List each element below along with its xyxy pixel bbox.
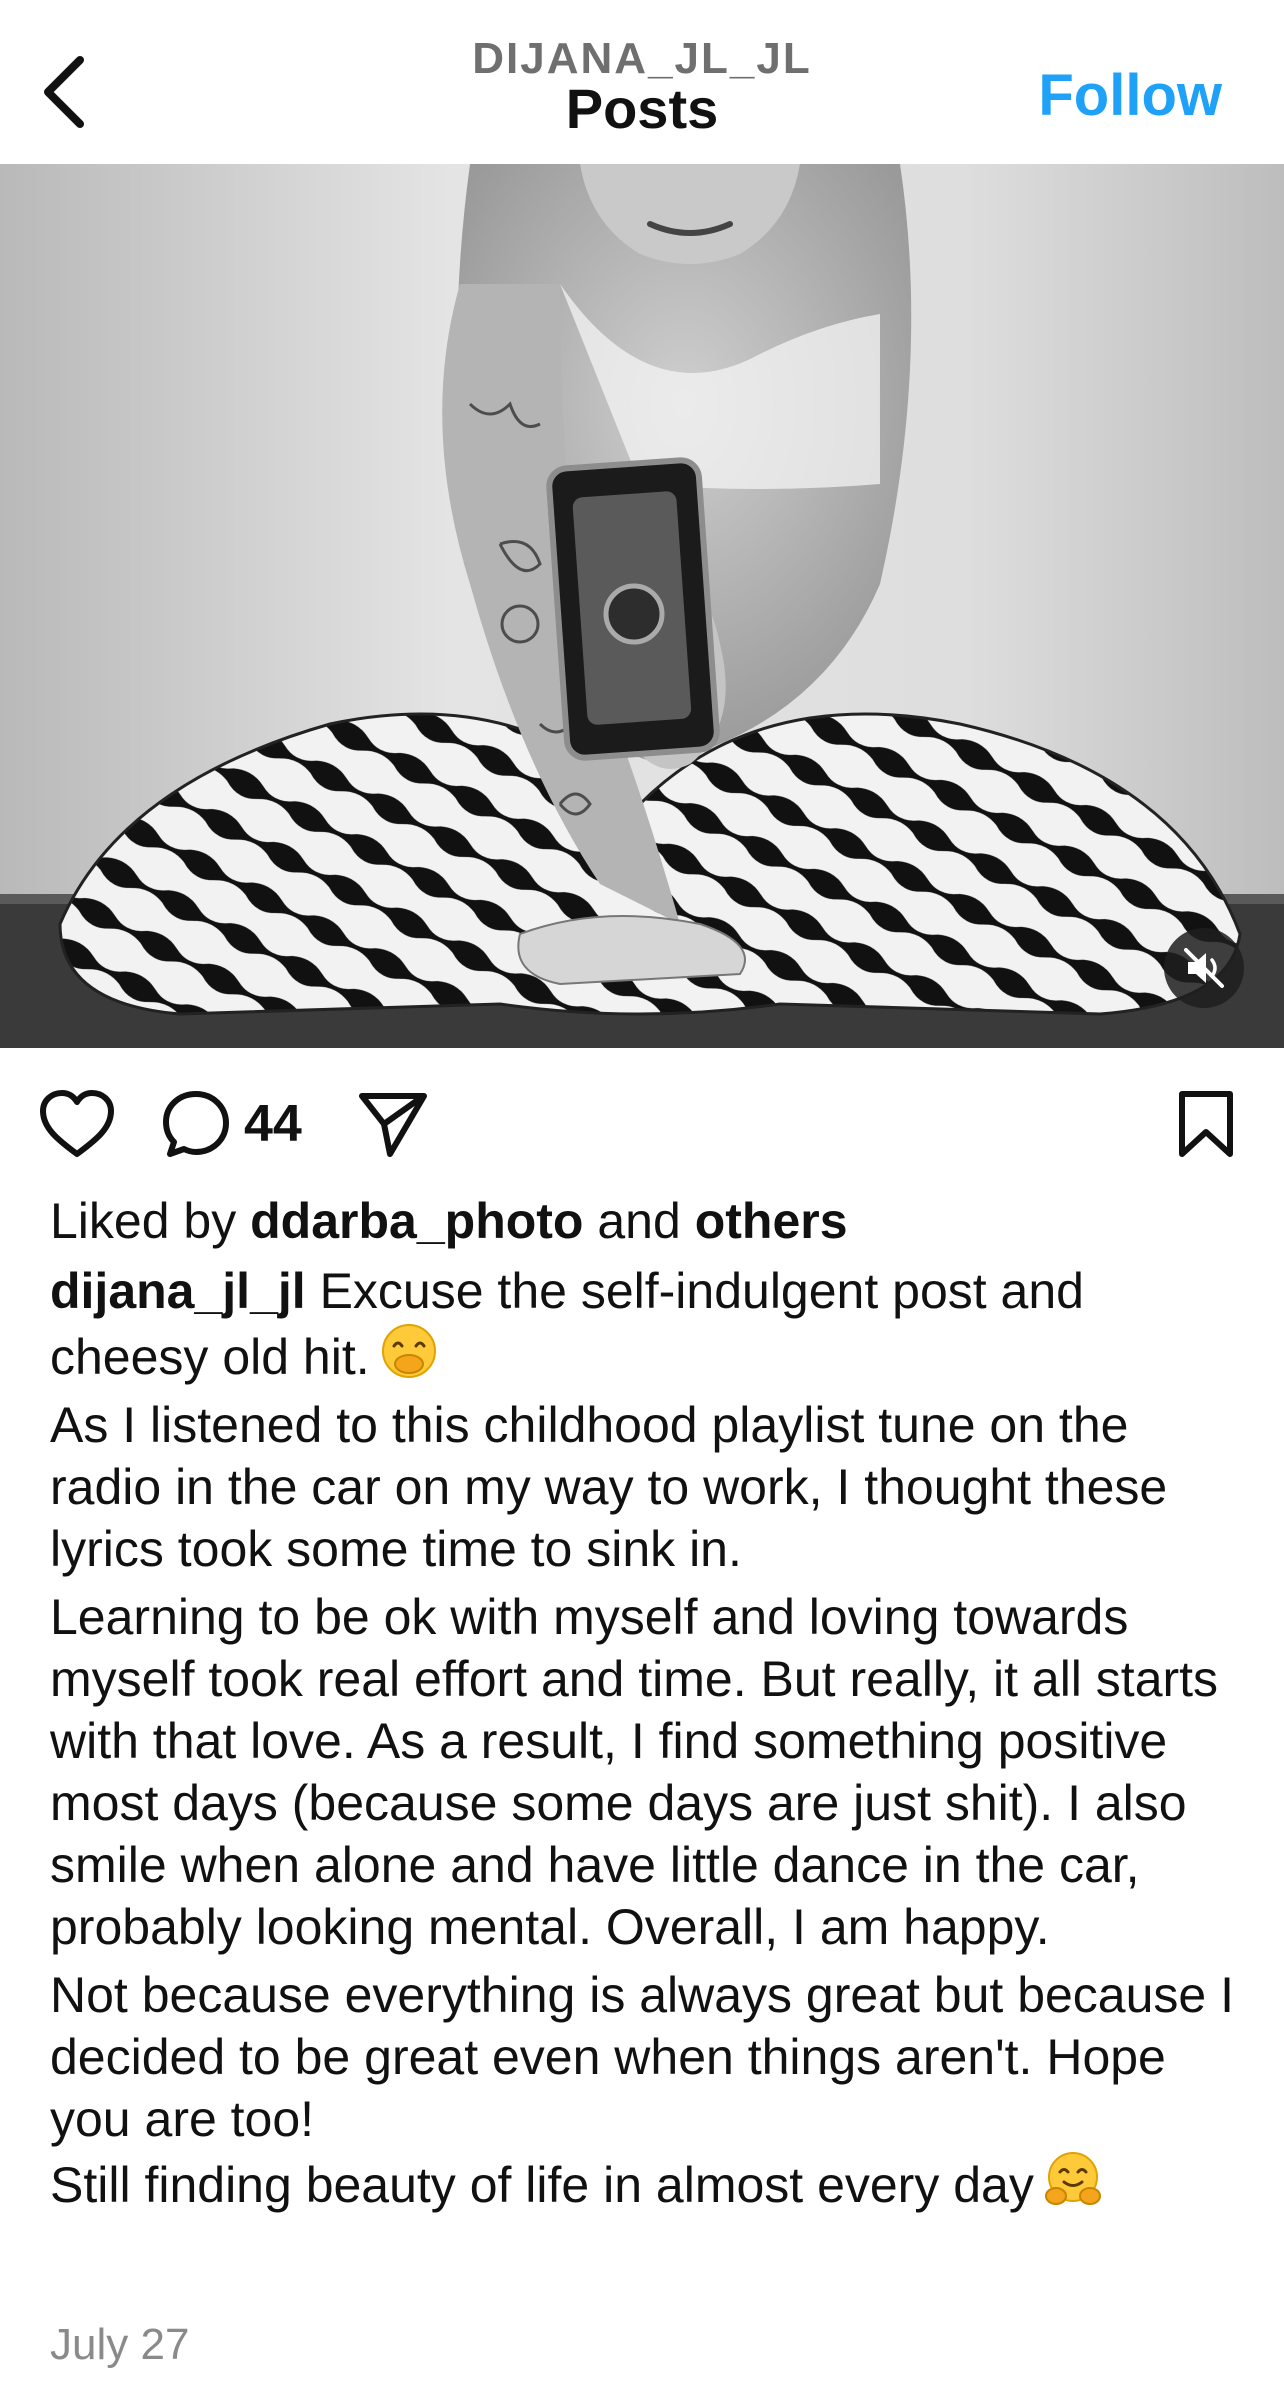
liked-by-others-link[interactable]: others	[695, 1193, 848, 1249]
hugging-face-icon	[1044, 2152, 1101, 2205]
like-button[interactable]	[38, 1088, 116, 1160]
post-action-bar: 44	[0, 1048, 1284, 1198]
liked-by-connector: and	[597, 1193, 681, 1249]
post-caption-block: Liked by ddarba_photo and others dijana_…	[50, 1190, 1240, 2216]
caption-paragraph: Not because everything is always great b…	[50, 1967, 1235, 2147]
share-button[interactable]	[356, 1088, 430, 1160]
post-date: July 27	[50, 2320, 190, 2369]
caption-last-line: Still finding beauty of life in almost e…	[50, 2150, 1240, 2216]
mute-toggle-button[interactable]	[1164, 928, 1244, 1008]
speaker-muted-icon	[1184, 948, 1224, 988]
face-with-hand-over-mouth-icon	[381, 1324, 436, 1378]
bookmark-icon	[1179, 1091, 1233, 1157]
comment-button[interactable]: 44	[160, 1088, 302, 1160]
liked-by-line: Liked by ddarba_photo and others	[50, 1190, 1240, 1252]
follow-button[interactable]: Follow	[1038, 62, 1222, 129]
liked-by-prefix: Liked by	[50, 1193, 237, 1249]
post-video[interactable]	[0, 164, 1284, 1048]
caption-last-text: Still finding beauty of life in almost e…	[50, 2157, 1034, 2213]
comment-bubble-icon	[163, 1091, 229, 1157]
post-photo	[0, 164, 1284, 1048]
top-nav-bar: DIJANA_JL_JL Posts Follow	[0, 0, 1284, 164]
caption-paragraph: As I listened to this childhood playlist…	[50, 1397, 1168, 1577]
liked-by-user-link[interactable]: ddarba_photo	[250, 1193, 583, 1249]
paper-plane-icon	[359, 1093, 427, 1157]
caption-author-link[interactable]: dijana_jl_jl	[50, 1263, 306, 1319]
comment-count: 44	[244, 1095, 302, 1153]
heart-icon	[40, 1090, 114, 1157]
save-button[interactable]	[1176, 1088, 1236, 1160]
caption-first-line: dijana_jl_jl Excuse the self-indulgent p…	[50, 1260, 1240, 1388]
caption-paragraph: Learning to be ok with myself and loving…	[50, 1589, 1219, 1955]
